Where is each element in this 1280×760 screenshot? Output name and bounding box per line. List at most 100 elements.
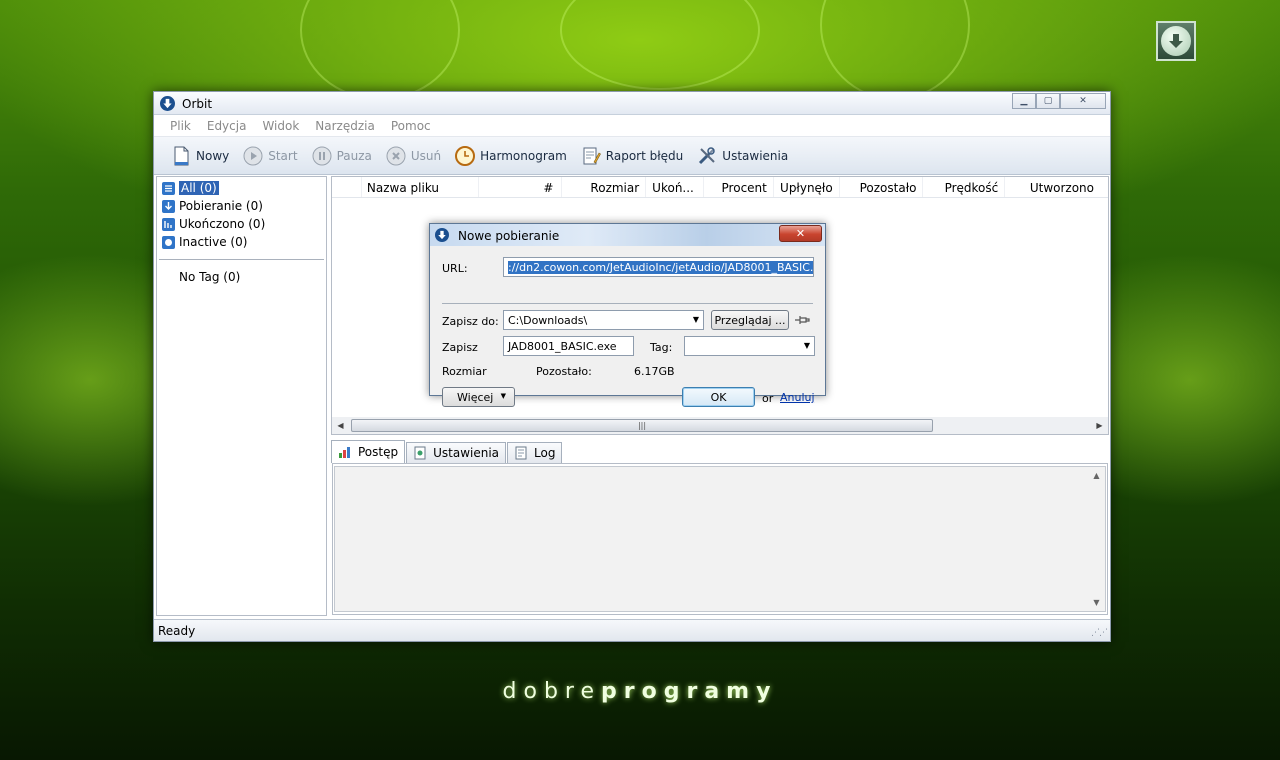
list-icon xyxy=(162,181,175,195)
pin-icon[interactable] xyxy=(794,313,810,327)
tree-item-inactive[interactable]: Inactive (0) xyxy=(157,233,326,251)
tools-icon xyxy=(696,145,718,167)
maximize-button[interactable]: ▢ xyxy=(1036,93,1060,109)
close-button[interactable]: ✕ xyxy=(1060,93,1106,109)
column-percent[interactable]: Procent xyxy=(704,177,774,197)
bug-report-label: Raport błędu xyxy=(605,148,684,163)
resize-grip-icon[interactable]: ⋰⋰ xyxy=(1091,628,1108,638)
tree-item-completed[interactable]: Ukończono (0) xyxy=(157,215,326,233)
wallpaper-swirl xyxy=(300,0,460,100)
more-label: Więcej xyxy=(457,390,494,404)
browse-button[interactable]: Przeglądaj ... xyxy=(711,310,789,330)
column-number[interactable]: # xyxy=(479,177,563,197)
download-tray-icon[interactable] xyxy=(1156,21,1196,61)
scrollbar-thumb[interactable]: ||| xyxy=(351,419,933,432)
tag-label: Tag: xyxy=(650,341,673,354)
dialog-title: Nowe pobieranie xyxy=(458,229,560,243)
delete-icon xyxy=(385,145,407,167)
column-elapsed[interactable]: Upłynęło xyxy=(774,177,840,197)
tree-item-no-tag[interactable]: No Tag (0) xyxy=(157,268,326,286)
column-remaining[interactable]: Pozostało xyxy=(840,177,924,197)
tab-progress[interactable]: Postęp xyxy=(331,440,406,463)
chart-icon xyxy=(339,447,350,458)
size-label: Rozmiar xyxy=(442,365,487,378)
brand-right: programy xyxy=(601,679,778,704)
scroll-up-arrow-icon[interactable]: ▲ xyxy=(1088,467,1105,484)
scroll-right-arrow-icon[interactable]: ▶ xyxy=(1091,417,1108,434)
chevron-down-icon: ▼ xyxy=(692,315,699,324)
orbit-app-icon xyxy=(435,228,449,242)
column-speed[interactable]: Prędkość xyxy=(923,177,1006,197)
column-completed[interactable]: Ukoń... xyxy=(646,177,705,197)
column-size[interactable]: Rozmiar xyxy=(562,177,647,197)
menu-view[interactable]: Widok xyxy=(262,119,299,133)
vertical-scrollbar[interactable]: ▲ ▼ xyxy=(1088,467,1105,611)
menu-edit[interactable]: Edycja xyxy=(207,119,247,133)
tab-settings[interactable]: Ustawienia xyxy=(406,442,507,463)
settings-page-icon xyxy=(414,446,426,460)
tree-label-no-tag: No Tag (0) xyxy=(179,270,241,284)
download-arrow-icon xyxy=(162,199,175,213)
save-as-label: Zapisz xyxy=(442,341,478,354)
cancel-link[interactable]: Anuluj xyxy=(780,391,815,404)
schedule-button[interactable]: Harmonogram xyxy=(454,145,567,167)
save-to-combobox[interactable]: C:\Downloads\ ▼ xyxy=(503,310,704,330)
scroll-left-arrow-icon[interactable]: ◀ xyxy=(332,417,349,434)
schedule-label: Harmonogram xyxy=(480,148,567,163)
details-tabs: Postęp Ustawienia Log xyxy=(331,440,563,463)
inactive-icon xyxy=(162,235,175,249)
save-to-label: Zapisz do: xyxy=(442,315,499,328)
scroll-down-arrow-icon[interactable]: ▼ xyxy=(1088,594,1105,611)
chevron-down-icon: ▼ xyxy=(803,341,810,350)
pause-label: Pauza xyxy=(336,148,372,163)
dialog-titlebar[interactable]: Nowe pobieranie ✕ xyxy=(430,224,825,246)
start-label: Start xyxy=(268,148,298,163)
new-button[interactable]: Nowy xyxy=(170,145,229,167)
tab-progress-label: Postęp xyxy=(358,445,399,459)
settings-label: Ustawienia xyxy=(722,148,789,163)
orbit-app-icon xyxy=(160,96,175,111)
more-button[interactable]: Więcej ▼ xyxy=(442,387,515,407)
category-tree: All (0) Pobieranie (0) Ukończono (0) Ina… xyxy=(156,176,327,616)
pause-icon xyxy=(311,145,333,167)
menu-bar: Plik Edycja Widok Narzędzia Pomoc xyxy=(154,115,1110,137)
horizontal-scrollbar[interactable]: ◀ ||| ▶ xyxy=(332,417,1108,434)
save-as-value: JAD8001_BASIC.exe xyxy=(508,340,617,353)
column-created[interactable]: Utworzono xyxy=(1005,177,1108,197)
pause-button[interactable]: Pauza xyxy=(311,145,372,167)
minimize-button[interactable]: ▁ xyxy=(1012,93,1036,109)
new-label: Nowy xyxy=(196,148,230,163)
tree-label-all: All (0) xyxy=(179,181,219,195)
tree-item-downloading[interactable]: Pobieranie (0) xyxy=(157,197,326,215)
menu-help[interactable]: Pomoc xyxy=(391,119,431,133)
bug-report-button[interactable]: Raport błędu xyxy=(580,145,683,167)
save-as-input[interactable]: JAD8001_BASIC.exe xyxy=(503,336,634,356)
window-title: Orbit xyxy=(182,97,213,111)
tab-log-label: Log xyxy=(534,446,556,460)
dialog-close-button[interactable]: ✕ xyxy=(779,225,822,242)
start-button[interactable]: Start xyxy=(242,145,298,167)
menu-file[interactable]: Plik xyxy=(170,119,191,133)
brand-logo: dobreprogramy xyxy=(0,679,1280,704)
dropdown-arrow-icon: ▼ xyxy=(500,392,506,400)
progress-area: ▲ ▼ xyxy=(334,466,1106,612)
url-label: URL: xyxy=(442,262,468,275)
dialog-separator xyxy=(442,303,813,304)
log-page-icon xyxy=(515,446,527,460)
delete-button[interactable]: Usuń xyxy=(385,145,441,167)
tab-log[interactable]: Log xyxy=(507,442,563,463)
tag-combobox[interactable]: ▼ xyxy=(684,336,815,356)
settings-button[interactable]: Ustawienia xyxy=(696,145,788,167)
tab-content-panel: ▲ ▼ xyxy=(332,463,1108,615)
menu-tools[interactable]: Narzędzia xyxy=(315,119,375,133)
window-titlebar[interactable]: Orbit ▁ ▢ ✕ xyxy=(154,92,1110,115)
tree-item-all[interactable]: All (0) xyxy=(157,179,326,197)
url-input[interactable]: ://dn2.cowon.com/JetAudioInc/jetAudio/JA… xyxy=(503,257,814,277)
column-filename[interactable]: Nazwa pliku xyxy=(362,177,479,197)
delete-label: Usuń xyxy=(410,148,442,163)
column-spacer xyxy=(332,177,362,197)
dialog-body: URL: ://dn2.cowon.com/JetAudioInc/jetAud… xyxy=(430,246,825,407)
ok-button[interactable]: OK xyxy=(682,387,755,407)
completed-icon xyxy=(162,217,175,231)
or-label: or xyxy=(762,392,774,405)
